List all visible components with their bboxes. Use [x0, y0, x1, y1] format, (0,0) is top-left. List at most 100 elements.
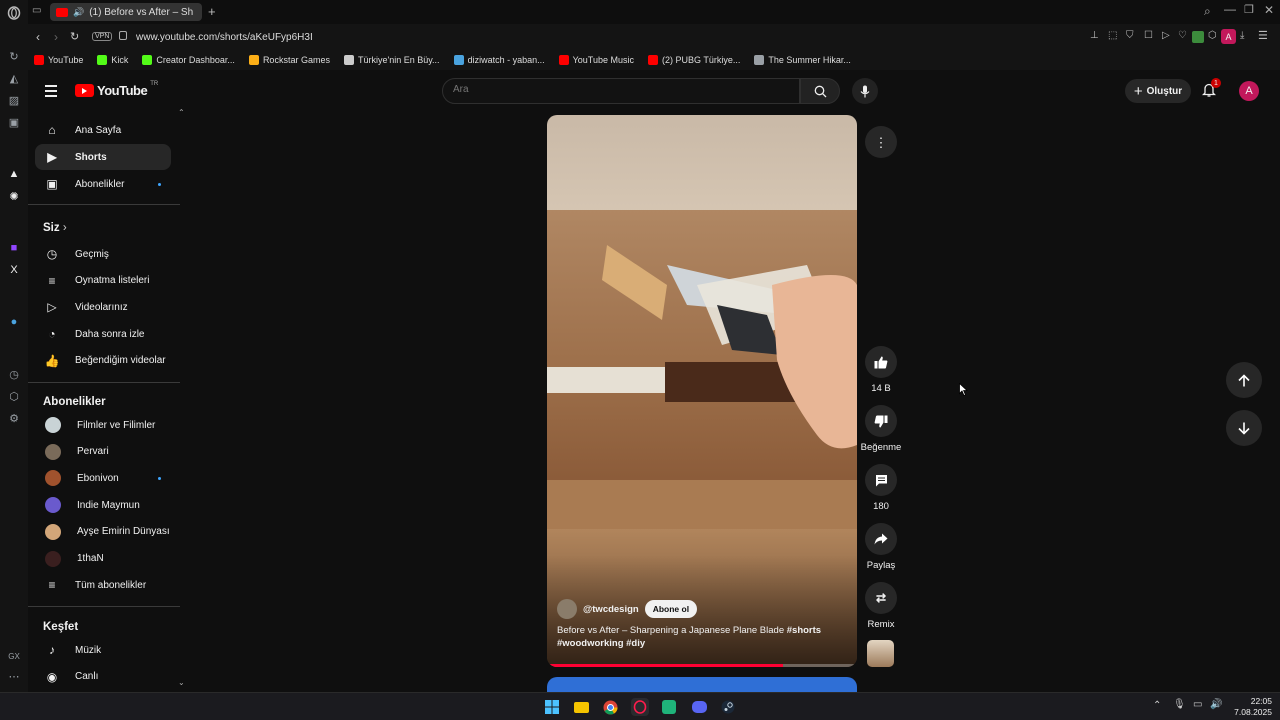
minimize-icon[interactable]: —	[1224, 2, 1236, 16]
voice-search-button[interactable]	[852, 78, 878, 104]
bookmark-item[interactable]: The Summer Hikar...	[754, 55, 851, 65]
guide-item-1[interactable]: ▶ Shorts	[35, 144, 171, 170]
opera-gx-icon[interactable]	[631, 698, 649, 716]
previous-short-button[interactable]	[1226, 362, 1262, 398]
x-icon[interactable]: X	[6, 262, 22, 278]
tab-search-icon[interactable]: ⌕	[1204, 4, 1211, 19]
opera-logo-icon[interactable]	[6, 5, 22, 21]
guide-scroll-up-icon[interactable]: ⌃	[178, 108, 185, 117]
file-explorer-icon[interactable]	[572, 698, 590, 716]
guide-you-item[interactable]: ◔ Daha sonra izle	[35, 321, 171, 347]
guide-item-2[interactable]: ▣ Abonelikler	[35, 171, 171, 197]
restore-icon[interactable]: ❐	[1244, 3, 1254, 16]
pinboard-icon[interactable]: ▲	[6, 166, 22, 182]
subscription-item[interactable]: Ebonivon	[35, 465, 171, 491]
tab-workspaces-icon[interactable]: ▭	[32, 5, 46, 19]
app-green-icon[interactable]	[660, 698, 678, 716]
bookmark-item[interactable]: Kick	[97, 55, 128, 65]
short-title[interactable]: Before vs After – Sharpening a Japanese …	[557, 624, 847, 650]
guide-you-item[interactable]: ◷ Geçmiş	[35, 241, 171, 267]
easy-setup-icon[interactable]: ☰	[1258, 29, 1268, 42]
like-action[interactable]: 14 B	[864, 346, 898, 394]
create-button[interactable]: + Oluştur	[1125, 79, 1191, 103]
new-tab-icon[interactable]: +	[208, 4, 216, 19]
shield-icon[interactable]: ⛉	[1126, 30, 1134, 41]
chrome-icon[interactable]	[601, 698, 619, 716]
settings-sidebar-icon[interactable]: ⚙	[6, 410, 22, 426]
remix-button[interactable]: ⇄	[865, 582, 897, 614]
refresh-icon[interactable]: ↻	[6, 48, 22, 64]
comments-action[interactable]: 180	[864, 464, 898, 512]
sound-thumbnail[interactable]	[867, 640, 894, 667]
tray-volume-icon[interactable]: 🔊	[1210, 699, 1222, 710]
gx-icon[interactable]: GX	[6, 648, 22, 664]
bookmark-item[interactable]: YouTube Music	[558, 55, 634, 65]
subscription-item[interactable]: Ayşe Emirin Dünyası	[35, 519, 171, 545]
extension-badge-icon[interactable]	[1192, 31, 1204, 43]
bookmark-item[interactable]: diziwatch - yaban...	[453, 55, 545, 65]
account-avatar[interactable]: A	[1239, 81, 1259, 101]
extensions-sidebar-icon[interactable]: ⬡	[6, 388, 22, 404]
share-button[interactable]	[865, 523, 897, 555]
search-button[interactable]	[800, 78, 840, 104]
twitch-icon[interactable]: ■	[6, 240, 22, 256]
bookmark-icon[interactable]: ☐	[1144, 30, 1153, 41]
progress-track[interactable]	[547, 664, 857, 667]
download-icon[interactable]: ⤓	[1240, 30, 1244, 41]
subscription-item[interactable]: Filmler ve Filimler	[35, 412, 171, 438]
extensions-icon[interactable]: ⬡	[1208, 30, 1217, 41]
bookmark-item[interactable]: Türkiye'nin En Büy...	[343, 55, 440, 65]
messenger-icon[interactable]: ●	[6, 314, 22, 330]
more-options-button[interactable]: ⋮	[865, 126, 897, 158]
youtube-logo[interactable]: YouTube TR	[75, 81, 158, 98]
tray-display-icon[interactable]: ▭	[1193, 699, 1202, 710]
tray-clock[interactable]: 22:05 7.08.2025	[1228, 696, 1272, 718]
back-icon[interactable]: ‹	[36, 30, 40, 44]
tray-mic-icon[interactable]: 🎙	[1173, 699, 1186, 710]
channel-name[interactable]: @twcdesign	[583, 604, 639, 615]
comments-button[interactable]	[865, 464, 897, 496]
history-sidebar-icon[interactable]: ◷	[6, 366, 22, 382]
search-input[interactable]	[453, 84, 783, 95]
guide-you-item[interactable]: ≡ Oynatma listeleri	[35, 268, 171, 294]
forward-icon[interactable]: ›	[54, 30, 58, 44]
subscription-item[interactable]: Pervari	[35, 439, 171, 465]
discord-icon[interactable]	[690, 698, 708, 716]
heart-icon[interactable]: ♡	[1178, 30, 1187, 41]
subscription-item[interactable]: 1thaN	[35, 546, 171, 572]
player-icon[interactable]: ▷	[1162, 30, 1170, 41]
mail-icon[interactable]: ▣	[6, 114, 22, 130]
search-box[interactable]	[442, 78, 800, 104]
guide-item-0[interactable]: ⌂ Ana Sayfa	[35, 117, 171, 143]
aria-icon[interactable]: ◭	[6, 70, 22, 86]
reload-icon[interactable]: ↻	[70, 30, 79, 43]
dislike-action[interactable]: Beğenme	[861, 405, 901, 453]
channel-avatar[interactable]	[557, 599, 577, 619]
tab-active[interactable]: 🔊 (1) Before vs After – Sh	[50, 3, 202, 21]
short-video-player[interactable]: @twcdesign Abone ol Before vs After – Sh…	[547, 115, 857, 667]
explore-item[interactable]: ♪ Müzik	[35, 637, 171, 663]
chatgpt-icon[interactable]: ✺	[6, 188, 22, 204]
remix-action[interactable]: ⇄ Remix	[864, 582, 898, 630]
lock-icon[interactable]	[119, 31, 127, 40]
subscribe-button[interactable]: Abone ol	[644, 600, 698, 618]
dislike-button[interactable]	[865, 405, 897, 437]
more-sidebar-icon[interactable]: ⋯	[6, 668, 22, 684]
pin-icon[interactable]: ⊥	[1090, 30, 1099, 41]
like-button[interactable]	[865, 346, 897, 378]
guide-heading-you[interactable]: Siz ›	[43, 222, 67, 234]
snapshot-icon[interactable]: ⬚	[1108, 30, 1117, 41]
menu-icon[interactable]	[45, 85, 57, 97]
bookmark-item[interactable]: Rockstar Games	[248, 55, 330, 65]
notifications-button[interactable]: 1	[1202, 78, 1221, 100]
tray-overflow-icon[interactable]: ⌃	[1153, 700, 1161, 711]
bookmark-item[interactable]: Creator Dashboar...	[142, 55, 235, 65]
bookmark-item[interactable]: YouTube	[34, 55, 83, 65]
guide-you-item[interactable]: ▷ Videolarınız	[35, 294, 171, 320]
guide-scroll-down-icon[interactable]: ⌄	[178, 678, 185, 687]
more-options[interactable]: ⋮	[864, 126, 898, 158]
close-window-icon[interactable]: ✕	[1264, 3, 1274, 17]
steam-icon[interactable]	[719, 698, 737, 716]
guide-you-item[interactable]: 👍 Beğendiğim videolar	[35, 348, 171, 374]
next-short-preview[interactable]	[547, 677, 857, 692]
